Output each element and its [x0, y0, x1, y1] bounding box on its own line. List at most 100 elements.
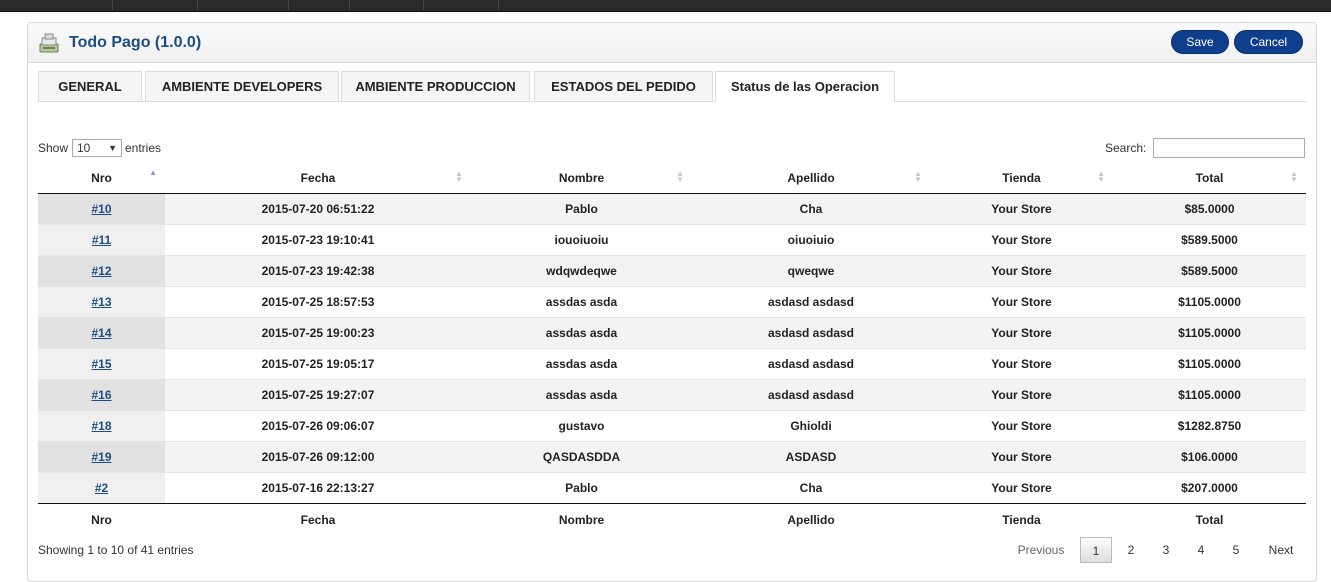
tab-status-operacion[interactable]: Status de las Operacion [715, 71, 895, 102]
page-size-value: 10 [77, 141, 91, 155]
order-number-cell: #10 [38, 193, 165, 224]
tab-ambiente-produccion[interactable]: AMBIENTE PRODUCCION [341, 71, 530, 101]
tienda-cell: Your Store [930, 440, 1113, 472]
col-header-fecha[interactable]: Fecha ▲ ▼ [165, 163, 471, 194]
table-row: #18 2015-07-26 09:06:07 gustavo Ghioldi Your… [38, 409, 1306, 441]
nombre-cell: iouoiuoiu [471, 223, 692, 255]
save-button[interactable]: Save [1171, 30, 1229, 54]
nombre-cell: assdas asda [471, 316, 692, 348]
table-row: #2 2015-07-16 22:13:27 Pablo Cha Your Store $… [38, 471, 1306, 503]
tab-general[interactable]: GENERAL [38, 71, 142, 101]
apellido-cell: Cha [692, 193, 930, 224]
fecha-cell: 2015-07-23 19:10:41 [165, 223, 471, 255]
col-header-total[interactable]: Total ▲ ▼ [1113, 163, 1306, 194]
apellido-cell: Cha [692, 471, 930, 503]
table-body: #10 2015-07-20 06:51:22 Pablo Cha Your Store… [38, 193, 1306, 503]
order-number-cell: #14 [38, 316, 165, 348]
table-row: #19 2015-07-26 09:12:00 QASDASDDA ASDASD You… [38, 440, 1306, 472]
sort-asc-icon: ▲ [149, 168, 157, 177]
tienda-cell: Your Store [930, 223, 1113, 255]
apellido-cell: asdasd asdasd [692, 285, 930, 317]
sort-icon: ▲ ▼ [1097, 169, 1105, 184]
cancel-button[interactable]: Cancel [1234, 30, 1303, 54]
apellido-cell: Ghioldi [692, 409, 930, 441]
next-button[interactable]: Next [1258, 537, 1304, 563]
table-row: #14 2015-07-25 19:00:23 assdas asda asdasd … [38, 316, 1306, 348]
table-row: #10 2015-07-20 06:51:22 Pablo Cha Your Store… [38, 193, 1306, 224]
fecha-cell: 2015-07-23 19:42:38 [165, 254, 471, 286]
order-link[interactable]: #11 [92, 233, 111, 247]
nombre-cell: assdas asda [471, 285, 692, 317]
order-link[interactable]: #2 [95, 481, 108, 495]
top-menu-bar [0, 0, 1331, 12]
table-row: #12 2015-07-23 19:42:38 wdqwdeqwe qweqwe You… [38, 254, 1306, 286]
search-input[interactable] [1153, 138, 1305, 158]
total-cell: $207.0000 [1113, 471, 1306, 503]
order-number-cell: #15 [38, 347, 165, 379]
operations-table: Nro ▲ Fecha ▲ ▼ Nombre ▲ ▼ Apellido ▲ ▼ Tienda ▲… [38, 163, 1306, 537]
tienda-cell: Your Store [930, 254, 1113, 286]
tab-estados-del-pedido[interactable]: ESTADOS DEL PEDIDO [534, 71, 713, 101]
tab-ambiente-developers[interactable]: AMBIENTE DEVELOPERS [145, 71, 339, 101]
table-row: #16 2015-07-25 19:27:07 assdas asda asdasd … [38, 378, 1306, 410]
order-link[interactable]: #16 [91, 388, 111, 402]
tienda-cell: Your Store [930, 347, 1113, 379]
nombre-cell: QASDASDDA [471, 440, 692, 472]
order-link[interactable]: #15 [91, 357, 111, 371]
nombre-cell: wdqwdeqwe [471, 254, 692, 286]
page-size-select[interactable]: 10 ▼ [72, 139, 122, 157]
col-header-nombre[interactable]: Nombre ▲ ▼ [471, 163, 692, 194]
page-button-2[interactable]: 2 [1115, 537, 1147, 563]
show-label: Show [38, 141, 69, 155]
fecha-cell: 2015-07-25 19:05:17 [165, 347, 471, 379]
dropdown-arrow-icon: ▼ [108, 143, 117, 153]
table-row: #13 2015-07-25 18:57:53 assdas asda asdasd … [38, 285, 1306, 317]
page-title: Todo Pago (1.0.0) [69, 34, 202, 51]
nombre-cell: Pablo [471, 471, 692, 503]
tienda-cell: Your Store [930, 471, 1113, 503]
col-header-nro[interactable]: Nro ▲ [38, 163, 165, 194]
order-link[interactable]: #12 [91, 264, 111, 278]
order-link[interactable]: #19 [91, 450, 111, 464]
page-button-1[interactable]: 1 [1080, 537, 1112, 563]
nombre-cell: gustavo [471, 409, 692, 441]
search-label: Search: [1105, 141, 1147, 155]
order-number-cell: #13 [38, 285, 165, 317]
panel-header: Todo Pago (1.0.0) Save Cancel [28, 23, 1316, 63]
sort-icon: ▲ ▼ [455, 169, 463, 184]
table-header-row: Nro ▲ Fecha ▲ ▼ Nombre ▲ ▼ Apellido ▲ ▼ Tienda ▲… [38, 163, 1306, 194]
apellido-cell: asdasd asdasd [692, 347, 930, 379]
order-link[interactable]: #18 [91, 419, 111, 433]
sort-icon: ▲ ▼ [1290, 169, 1298, 184]
apellido-cell: ASDASD [692, 440, 930, 472]
tienda-cell: Your Store [930, 193, 1113, 224]
sort-icon: ▲ ▼ [676, 169, 684, 184]
table-row: #11 2015-07-23 19:10:41 iouoiuoiu oiuoiuio Y… [38, 223, 1306, 255]
footer-fecha: Fecha [165, 502, 471, 537]
fecha-cell: 2015-07-20 06:51:22 [165, 193, 471, 224]
page-button-5[interactable]: 5 [1220, 537, 1252, 563]
order-link[interactable]: #10 [91, 202, 111, 216]
entries-label: entries [125, 141, 162, 155]
apellido-cell: qweqwe [692, 254, 930, 286]
order-link[interactable]: #14 [91, 326, 111, 340]
previous-button[interactable]: Previous [1008, 537, 1074, 563]
page-button-3[interactable]: 3 [1150, 537, 1182, 563]
total-cell: $1105.0000 [1113, 347, 1306, 379]
sort-icon: ▲ ▼ [914, 169, 922, 184]
col-header-tienda[interactable]: Tienda ▲ ▼ [930, 163, 1113, 194]
order-number-cell: #2 [38, 471, 165, 503]
order-number-cell: #18 [38, 409, 165, 441]
nombre-cell: assdas asda [471, 347, 692, 379]
order-number-cell: #16 [38, 378, 165, 410]
col-header-apellido[interactable]: Apellido ▲ ▼ [692, 163, 930, 194]
total-cell: $1105.0000 [1113, 285, 1306, 317]
tab-bar: GENERAL AMBIENTE DEVELOPERS AMBIENTE PRO… [38, 71, 1306, 102]
table-info: Showing 1 to 10 of 41 entries [38, 543, 194, 557]
footer-tienda: Tienda [930, 502, 1113, 537]
order-link[interactable]: #13 [91, 295, 111, 309]
tienda-cell: Your Store [930, 285, 1113, 317]
page-button-4[interactable]: 4 [1185, 537, 1217, 563]
total-cell: $106.0000 [1113, 440, 1306, 472]
table-row: #15 2015-07-25 19:05:17 assdas asda asdasd … [38, 347, 1306, 379]
